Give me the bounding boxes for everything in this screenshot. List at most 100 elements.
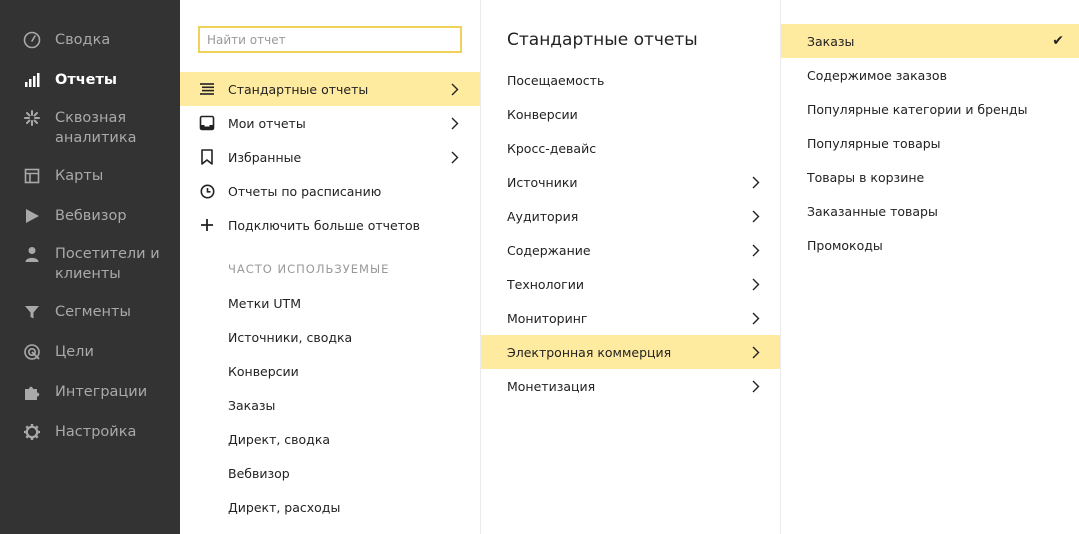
- frequent-item[interactable]: Директ, сводка: [180, 422, 480, 456]
- report-label: Содержимое заказов: [807, 67, 947, 83]
- nav-item-summary[interactable]: Сводка: [0, 30, 180, 52]
- menu-item-connect-more-reports[interactable]: Подключить больше отчетов: [180, 208, 480, 242]
- report-category-content[interactable]: Содержание: [481, 233, 780, 267]
- menu-item-label: Избранные: [228, 149, 302, 165]
- nav-item-webvisor[interactable]: Вебвизор: [0, 206, 180, 228]
- report-category-monetization[interactable]: Монетизация: [481, 369, 780, 403]
- target-icon: [22, 342, 42, 362]
- menu-item-label: Отчеты по расписанию: [228, 183, 382, 199]
- chevron-right-icon: [450, 116, 460, 130]
- frequent-item[interactable]: Конверсии: [180, 354, 480, 388]
- report-category-ecommerce[interactable]: Электронная коммерция: [481, 335, 780, 369]
- report-label: Популярные товары: [807, 135, 941, 151]
- nav-item-end-to-end-analytics[interactable]: Сквозная аналитика: [0, 108, 180, 150]
- report-search[interactable]: [198, 26, 462, 53]
- menu-item-favorites[interactable]: Избранные: [180, 140, 480, 174]
- report-category-label: Мониторинг: [507, 310, 588, 326]
- report-label: Заказы: [807, 33, 855, 49]
- frequent-item-label: Директ, сводка: [228, 431, 331, 447]
- play-icon: [22, 206, 42, 226]
- frequent-item[interactable]: Источники, сводка: [180, 320, 480, 354]
- checkmark-icon: ✔: [1052, 33, 1064, 49]
- map-layout-icon: [22, 166, 42, 186]
- report-category-label: Монетизация: [507, 378, 596, 394]
- nav-item-settings[interactable]: Настройка: [0, 422, 180, 444]
- plus-icon: [198, 216, 216, 234]
- report-category-conversions[interactable]: Конверсии: [481, 97, 780, 131]
- list-icon: [198, 80, 216, 98]
- report-promocodes[interactable]: Промокоды: [781, 228, 1079, 262]
- frequent-item[interactable]: Заказы: [180, 388, 480, 422]
- nav-label: Сводка: [55, 32, 111, 48]
- frequent-section-title: ЧАСТО ИСПОЛЬЗУЕМЫЕ: [228, 262, 390, 276]
- report-category-label: Источники: [507, 174, 578, 190]
- bookmark-icon: [198, 148, 216, 166]
- puzzle-icon: [22, 382, 42, 402]
- frequent-item[interactable]: Метки UTM: [180, 286, 480, 320]
- report-category-audience[interactable]: Аудитория: [481, 199, 780, 233]
- nav-label: Вебвизор: [55, 208, 127, 224]
- report-category-label: Посещаемость: [507, 72, 605, 88]
- nav-label: Сквозная аналитика: [55, 110, 137, 146]
- frequent-item-label: Метки UTM: [228, 295, 301, 311]
- chevron-right-icon: [751, 209, 761, 223]
- menu-item-label: Стандартные отчеты: [228, 81, 369, 97]
- report-order-contents[interactable]: Содержимое заказов: [781, 58, 1079, 92]
- reports-menu: Стандартные отчеты Мои отчеты Избранные …: [180, 0, 480, 534]
- report-category-label: Содержание: [507, 242, 591, 258]
- report-label: Популярные категории и бренды: [807, 101, 1028, 117]
- report-category-technologies[interactable]: Технологии: [481, 267, 780, 301]
- chevron-right-icon: [751, 345, 761, 359]
- nav-item-maps[interactable]: Карты: [0, 166, 180, 188]
- gear-icon: [22, 422, 42, 442]
- report-ordered-products[interactable]: Заказанные товары: [781, 194, 1079, 228]
- report-label: Промокоды: [807, 237, 883, 253]
- frequent-item-label: Директ, расходы: [228, 499, 341, 515]
- nav-item-goals[interactable]: Цели: [0, 342, 180, 364]
- nav-item-segments[interactable]: Сегменты: [0, 302, 180, 324]
- menu-item-standard-reports[interactable]: Стандартные отчеты: [180, 72, 480, 106]
- menu-item-scheduled-reports[interactable]: Отчеты по расписанию: [180, 174, 480, 208]
- ecommerce-reports-panel: Заказы ✔ Содержимое заказов Популярные к…: [780, 0, 1079, 534]
- panel-title: Стандартные отчеты: [507, 30, 698, 50]
- menu-item-my-reports[interactable]: Мои отчеты: [180, 106, 480, 140]
- report-category-sources[interactable]: Источники: [481, 165, 780, 199]
- filter-icon: [22, 302, 42, 322]
- search-input[interactable]: [200, 28, 460, 51]
- gauge-icon: [22, 30, 42, 50]
- bar-chart-icon: [22, 70, 42, 90]
- report-popular-categories-brands[interactable]: Популярные категории и бренды: [781, 92, 1079, 126]
- report-label: Товары в корзине: [807, 169, 925, 185]
- main-nav: Сводка Отчеты Сквозная аналитика Карты В…: [0, 0, 180, 534]
- chevron-right-icon: [751, 277, 761, 291]
- report-products-in-cart[interactable]: Товары в корзине: [781, 160, 1079, 194]
- frequent-item-label: Заказы: [228, 397, 276, 413]
- report-orders[interactable]: Заказы ✔: [781, 24, 1079, 58]
- nav-label: Сегменты: [55, 304, 131, 320]
- nav-label: Посетители и клиенты: [55, 246, 160, 282]
- report-category-label: Технологии: [507, 276, 584, 292]
- nav-item-integrations[interactable]: Интеграции: [0, 382, 180, 404]
- nav-label: Карты: [55, 168, 104, 184]
- report-label: Заказанные товары: [807, 203, 938, 219]
- chevron-right-icon: [751, 311, 761, 325]
- frequent-item[interactable]: Вебвизор: [180, 456, 480, 490]
- person-icon: [22, 244, 42, 264]
- frequent-item[interactable]: Директ, расходы: [180, 490, 480, 524]
- nav-item-reports[interactable]: Отчеты: [0, 70, 180, 92]
- report-category-cross-device[interactable]: Кросс-девайс: [481, 131, 780, 165]
- chevron-right-icon: [751, 175, 761, 189]
- chevron-right-icon: [450, 82, 460, 96]
- frequent-item-label: Конверсии: [228, 363, 299, 379]
- report-category-attendance[interactable]: Посещаемость: [481, 63, 780, 97]
- report-popular-products[interactable]: Популярные товары: [781, 126, 1079, 160]
- nav-item-visitors[interactable]: Посетители и клиенты: [0, 244, 180, 286]
- report-category-monitoring[interactable]: Мониторинг: [481, 301, 780, 335]
- report-category-label: Кросс-девайс: [507, 140, 597, 156]
- report-category-label: Конверсии: [507, 106, 578, 122]
- snowflake-icon: [22, 108, 42, 128]
- report-category-label: Электронная коммерция: [507, 344, 672, 360]
- clock-icon: [198, 182, 216, 200]
- nav-label: Цели: [55, 344, 94, 360]
- nav-label: Настройка: [55, 424, 137, 440]
